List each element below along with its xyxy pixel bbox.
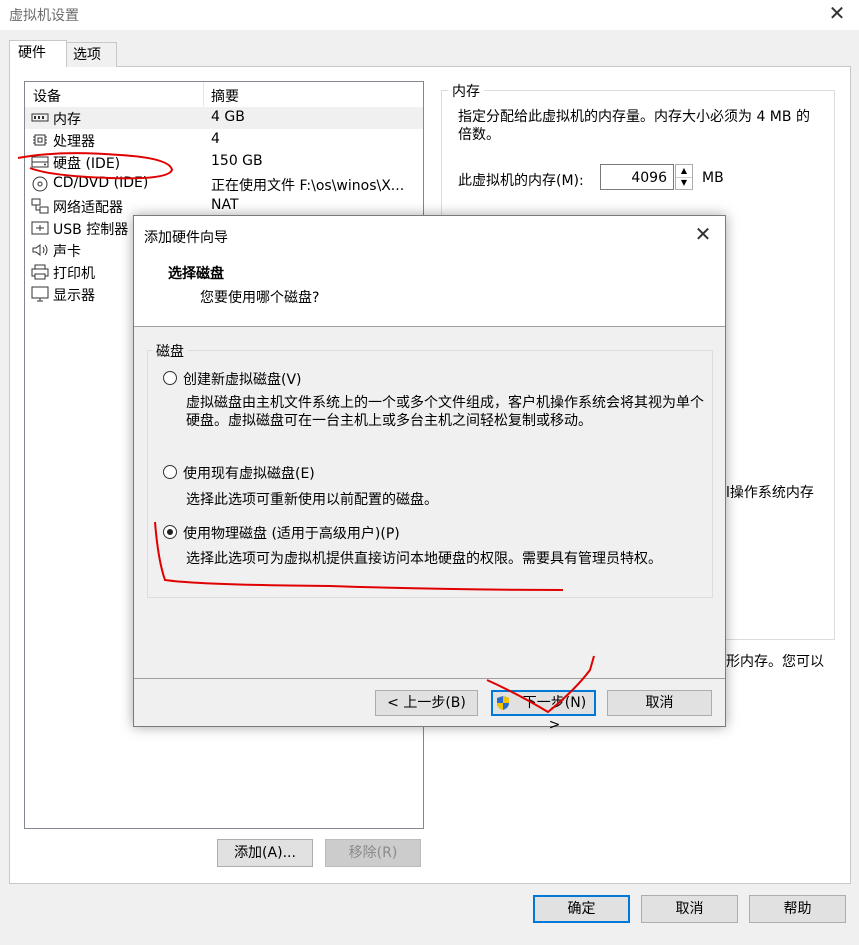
column-divider	[203, 82, 204, 106]
ok-button[interactable]: 确定	[533, 895, 630, 923]
help-button[interactable]: 帮助	[749, 895, 846, 923]
option-label-use-physical-disk[interactable]: 使用物理磁盘 (适用于高级用户)(P)	[183, 523, 400, 543]
device-label: USB 控制器	[53, 222, 129, 238]
radio-use-physical-disk[interactable]	[163, 525, 177, 539]
memory-size-input[interactable]: 4096	[600, 164, 674, 190]
memory-description: 指定分配给此虚拟机的内存量。内存大小必须为 4 MB 的倍数。	[458, 109, 810, 143]
memory-icon	[31, 113, 49, 122]
wizard-cancel-button[interactable]: 取消	[607, 690, 712, 716]
divider	[134, 678, 725, 679]
display-icon	[31, 286, 49, 302]
device-label: 网络适配器	[53, 200, 123, 216]
device-row-hard-disk[interactable]: 硬盘 (IDE) 150 GB	[25, 151, 423, 173]
memory-unit: MB	[702, 170, 724, 186]
column-header-device[interactable]: 设备	[33, 86, 61, 106]
back-button[interactable]: < 上一步(B)	[375, 690, 478, 716]
device-summary: 正在使用文件 F:\os\winos\X...	[211, 178, 405, 194]
device-row-memory[interactable]: 内存 4 GB	[25, 107, 423, 129]
device-row-processor[interactable]: 处理器 4	[25, 129, 423, 151]
device-label: 声卡	[53, 244, 81, 260]
remove-hardware-button[interactable]: 移除(R)	[325, 839, 421, 867]
disk-group-title: 磁盘	[152, 341, 188, 361]
next-button-label: 下一步(N) >	[522, 695, 587, 733]
option-description: 虚拟磁盘由主机文件系统上的一个或多个文件组成，客户机操作系统会将其视为单个硬盘。…	[186, 395, 704, 429]
memory-partial-text: 形内存。您可以	[726, 654, 824, 670]
memory-field-label: 此虚拟机的内存(M):	[458, 173, 584, 189]
tab-options[interactable]: 选项	[64, 42, 117, 67]
device-summary: 150 GB	[211, 153, 263, 169]
device-label: CD/DVD (IDE)	[53, 175, 149, 191]
cancel-button[interactable]: 取消	[641, 895, 738, 923]
device-row-cd-dvd[interactable]: CD/DVD (IDE) 正在使用文件 F:\os\winos\X...	[25, 173, 423, 195]
hard-disk-icon	[31, 156, 49, 168]
radio-create-new-disk[interactable]	[163, 371, 177, 385]
memory-spinner[interactable]: ▲ ▼	[675, 164, 693, 190]
device-label: 硬盘 (IDE)	[53, 156, 121, 172]
tab-hardware[interactable]: 硬件	[9, 40, 67, 67]
wizard-title: 添加硬件向导	[144, 230, 228, 246]
wizard-subheading: 您要使用哪个磁盘?	[200, 290, 320, 306]
close-icon[interactable]: ✕	[826, 2, 848, 24]
wizard-heading: 选择磁盘	[168, 266, 224, 282]
next-button[interactable]: 下一步(N) >	[491, 690, 596, 733]
device-summary: NAT	[211, 197, 239, 213]
option-description: 选择此选项可为虚拟机提供直接访问本地硬盘的权限。需要具有管理员特权。	[186, 551, 662, 567]
device-summary: 4	[211, 131, 220, 147]
memory-partial-text: l操作系统内存	[726, 485, 814, 501]
printer-icon	[31, 264, 49, 280]
option-label-create-new-disk[interactable]: 创建新虚拟磁盘(V)	[183, 369, 302, 389]
add-hardware-button[interactable]: 添加(A)...	[217, 839, 313, 867]
spin-down-icon[interactable]: ▼	[676, 177, 692, 189]
uac-shield-icon	[497, 696, 509, 710]
memory-group-title: 内存	[448, 81, 484, 101]
device-label: 显示器	[53, 288, 95, 304]
close-icon[interactable]: ✕	[691, 222, 715, 246]
device-row-network[interactable]: 网络适配器 NAT	[25, 195, 423, 217]
column-header-summary[interactable]: 摘要	[211, 86, 239, 106]
add-hardware-wizard-dialog: 添加硬件向导 ✕ 选择磁盘 您要使用哪个磁盘? 磁盘 创建新虚拟磁盘(V) 虚拟…	[133, 215, 726, 733]
device-label: 内存	[53, 112, 81, 128]
device-summary: 4 GB	[211, 109, 245, 125]
device-label: 打印机	[53, 266, 95, 282]
sound-icon	[32, 244, 48, 256]
window-title: 虚拟机设置	[9, 8, 79, 24]
option-label-use-existing-disk[interactable]: 使用现有虚拟磁盘(E)	[183, 463, 315, 483]
device-label: 处理器	[53, 134, 95, 150]
radio-use-existing-disk[interactable]	[163, 465, 177, 479]
cpu-icon	[33, 134, 47, 146]
cd-dvd-icon	[32, 176, 48, 192]
option-description: 选择此选项可重新使用以前配置的磁盘。	[186, 492, 438, 508]
title-bar	[0, 0, 859, 30]
usb-icon	[31, 221, 49, 235]
wizard-header: 选择磁盘 您要使用哪个磁盘?	[134, 254, 725, 327]
network-adapter-icon	[31, 198, 49, 214]
